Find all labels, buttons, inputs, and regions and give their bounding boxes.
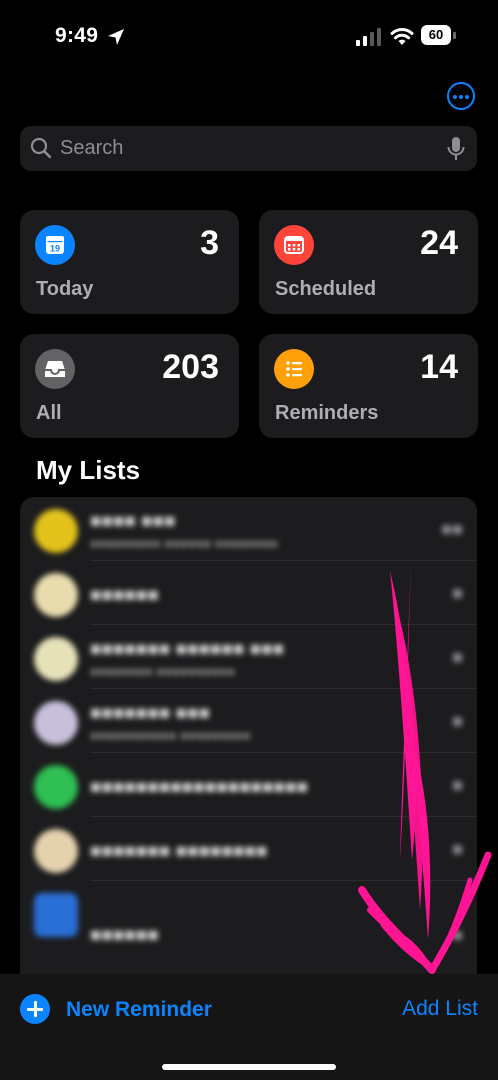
battery-level: 60 <box>421 25 451 45</box>
bottom-toolbar: New Reminder Add List <box>0 974 498 1080</box>
all-label: All <box>36 402 62 424</box>
all-count: 203 <box>162 348 219 386</box>
list-icon <box>34 509 78 553</box>
new-reminder-label: New Reminder <box>66 998 212 1021</box>
mic-icon[interactable] <box>446 136 466 162</box>
calendar-grid-icon <box>274 225 314 265</box>
list-item[interactable]: ■■■■ ■■■ ■■■■■■■■■ ■■■■■■ ■■■■■■■■ ■■ <box>20 497 477 561</box>
calendar-day-icon: 19 <box>35 225 75 265</box>
scheduled-label: Scheduled <box>275 278 377 300</box>
reminders-count: 14 <box>420 348 458 386</box>
list-text-redacted: ■■■■■■■ ■■■■■■ ■■■ ■■■■■■■■ ■■■■■■■■■■ <box>90 639 285 679</box>
tray-icon <box>35 349 75 389</box>
list-count-redacted: ■ <box>452 711 463 731</box>
location-arrow-icon <box>108 29 124 45</box>
battery-icon: 60 <box>421 25 457 47</box>
reminders-label: Reminders <box>275 402 379 424</box>
list-item[interactable]: ■■■■■■ ■ <box>20 881 477 946</box>
list-text-redacted: ■■■■ ■■■ ■■■■■■■■■ ■■■■■■ ■■■■■■■■ <box>90 511 278 551</box>
scheduled-count: 24 <box>420 224 458 262</box>
list-icon <box>34 701 78 745</box>
list-item[interactable]: ■■■■■■■ ■■■ ■■■■■■■■■■■ ■■■■■■■■■ ■ <box>20 689 477 753</box>
list-count-redacted: ■ <box>452 925 463 945</box>
list-text-redacted: ■■■■■■■ ■■■ ■■■■■■■■■■■ ■■■■■■■■■ <box>90 703 251 743</box>
status-time: 9:49 <box>55 24 99 47</box>
today-label: Today <box>36 278 94 300</box>
my-lists-heading: My Lists <box>36 455 141 485</box>
list-icon <box>34 637 78 681</box>
list-count-redacted: ■ <box>452 839 463 859</box>
smart-list-reminders[interactable]: 14 Reminders <box>259 334 478 438</box>
list-text-redacted: ■■■■■■ <box>90 585 159 606</box>
home-indicator[interactable] <box>162 1064 336 1070</box>
list-item[interactable]: ■■■■■■■■■■■■■■■■■■■ ■ <box>20 753 477 817</box>
list-icon <box>34 829 78 873</box>
plus-circle-icon <box>20 994 50 1024</box>
add-list-button[interactable]: Add List <box>402 997 478 1021</box>
search-icon <box>30 137 52 159</box>
list-text-redacted: ■■■■■■■ ■■■■■■■■ <box>90 841 268 862</box>
status-bar: 9:49 60 <box>0 0 498 70</box>
list-bullet-icon <box>274 349 314 389</box>
today-count: 3 <box>200 224 219 262</box>
list-text-redacted: ■■■■■■ <box>90 925 159 946</box>
my-lists-container: ■■■■ ■■■ ■■■■■■■■■ ■■■■■■ ■■■■■■■■ ■■ ■■■… <box>20 497 477 975</box>
list-item[interactable]: ■■■■■■■ ■■■■■■ ■■■ ■■■■■■■■ ■■■■■■■■■■ ■ <box>20 625 477 689</box>
smart-list-scheduled[interactable]: 24 Scheduled <box>259 210 478 314</box>
smart-list-all[interactable]: 203 All <box>20 334 239 438</box>
list-count-redacted: ■ <box>452 775 463 795</box>
search-input[interactable] <box>60 126 440 171</box>
cellular-signal-icon <box>356 28 381 46</box>
list-text-redacted: ■■■■■■■■■■■■■■■■■■■ <box>90 777 309 798</box>
list-icon <box>34 573 78 617</box>
list-count-redacted: ■ <box>452 647 463 667</box>
battery-tip <box>453 32 456 39</box>
wifi-icon <box>390 28 414 45</box>
list-item[interactable]: ■■■■■■ ■ <box>20 561 477 625</box>
list-item[interactable]: ■■■■■■■ ■■■■■■■■ ■ <box>20 817 477 881</box>
calendar-day-number: 19 <box>50 244 60 254</box>
smart-list-today[interactable]: 19 3 Today <box>20 210 239 314</box>
list-count-redacted: ■■ <box>441 519 463 539</box>
ellipsis-circle-icon[interactable] <box>447 82 475 110</box>
list-count-redacted: ■ <box>452 583 463 603</box>
list-icon <box>34 765 78 809</box>
search-bar[interactable] <box>20 126 477 171</box>
list-icon <box>34 893 78 937</box>
